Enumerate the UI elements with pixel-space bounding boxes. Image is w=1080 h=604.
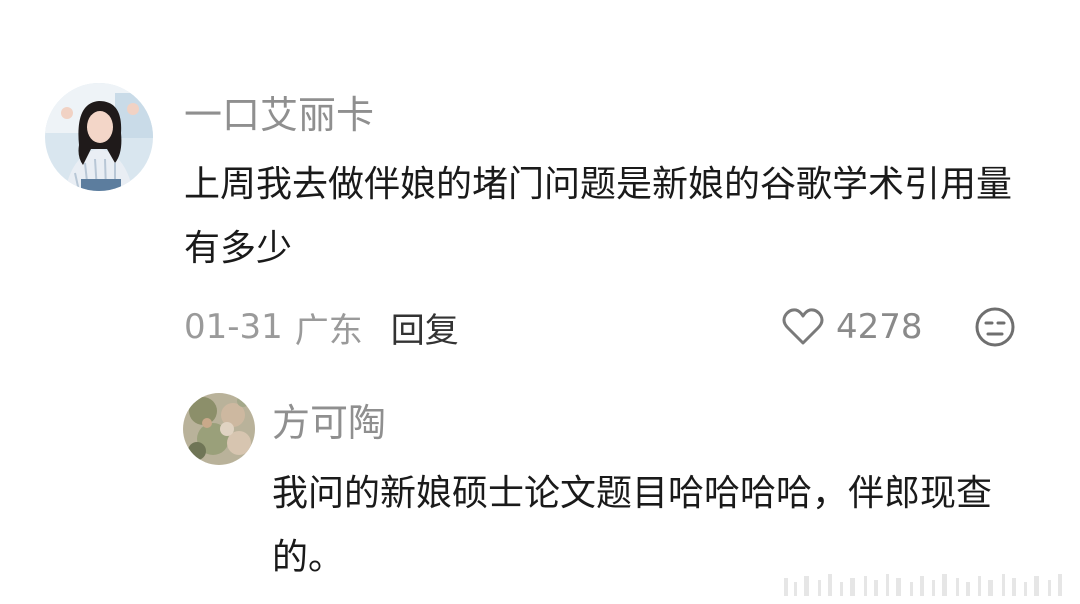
comment-text: 上周我去做伴娘的堵门问题是新娘的谷歌学术引用量有多少 bbox=[184, 164, 1013, 269]
comment-date: 01-31 bbox=[184, 307, 283, 347]
emoji-react-button[interactable] bbox=[974, 306, 1016, 348]
like-count: 4278 bbox=[836, 307, 923, 347]
heart-outline-icon bbox=[782, 308, 824, 345]
reply-username[interactable]: 方可陶 bbox=[272, 404, 386, 442]
watermark bbox=[784, 574, 1062, 596]
comment-username[interactable]: 一口艾丽卡 bbox=[184, 96, 374, 134]
like-button[interactable]: 4278 bbox=[782, 306, 923, 348]
reply-avatar[interactable] bbox=[183, 393, 255, 465]
comment-region: 广东 bbox=[294, 310, 363, 351]
comment-meta: 01-31 广东 回复 bbox=[184, 306, 459, 351]
comment-thread: 一口艾丽卡 上周我去做伴娘的堵门问题是新娘的谷歌学术引用量有多少 01-31 广… bbox=[0, 0, 1080, 604]
emoji-face-icon bbox=[975, 307, 1015, 347]
reply-button[interactable]: 回复 bbox=[391, 303, 459, 352]
avatar[interactable] bbox=[45, 83, 153, 191]
reply-text: 我问的新娘硕士论文题目哈哈哈哈，伴郎现查的。 bbox=[272, 473, 993, 578]
